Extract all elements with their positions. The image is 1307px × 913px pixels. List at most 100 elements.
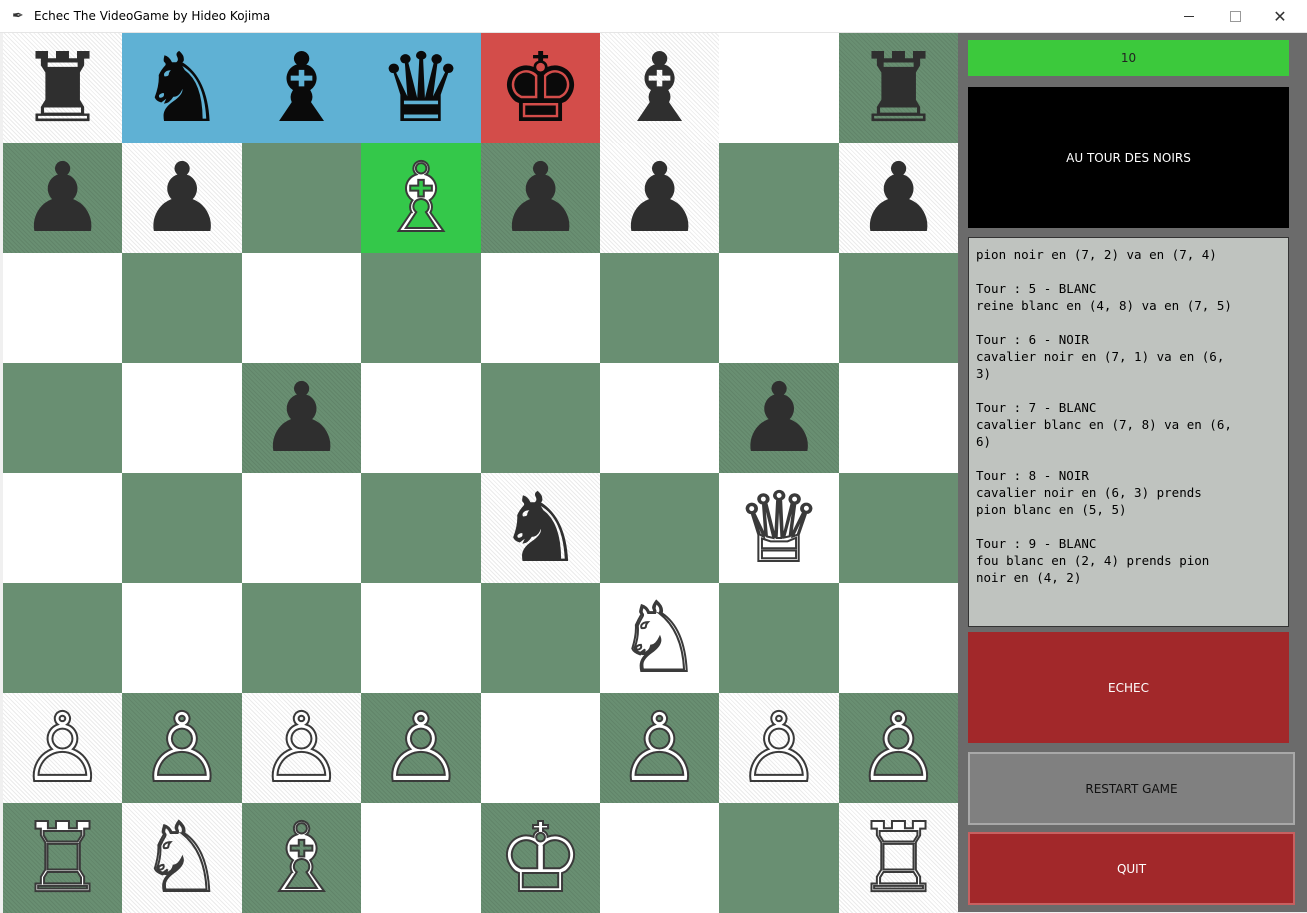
board-square-r3c4[interactable] bbox=[361, 253, 481, 363]
board-square-r5c5[interactable]: ♞ bbox=[481, 473, 600, 583]
board-square-r7c4[interactable]: ♙ bbox=[361, 693, 481, 803]
black-rook-icon[interactable]: ♜ bbox=[855, 40, 941, 136]
board-square-r7c1[interactable]: ♙ bbox=[3, 693, 122, 803]
white-pawn-icon[interactable]: ♙ bbox=[735, 699, 823, 797]
board-square-r8c1[interactable]: ♖ bbox=[3, 803, 122, 913]
board-square-r5c7[interactable]: ♕ bbox=[719, 473, 839, 583]
board-square-r8c3[interactable]: ♗ bbox=[242, 803, 361, 913]
black-pawn-icon[interactable]: ♟ bbox=[258, 370, 344, 466]
board-square-r6c4[interactable] bbox=[361, 583, 481, 693]
board-square-r4c1[interactable] bbox=[3, 363, 122, 473]
board-square-r4c5[interactable] bbox=[481, 363, 600, 473]
board-square-r1c3[interactable]: ♝ bbox=[242, 33, 361, 143]
board-square-r3c2[interactable] bbox=[122, 253, 242, 363]
board-square-r4c8[interactable] bbox=[839, 363, 958, 473]
board-square-r6c1[interactable] bbox=[3, 583, 122, 693]
board-square-r1c7[interactable] bbox=[719, 33, 839, 143]
board-square-r8c6[interactable] bbox=[600, 803, 719, 913]
white-knight-icon[interactable]: ♘ bbox=[615, 589, 703, 687]
board-square-r4c6[interactable] bbox=[600, 363, 719, 473]
black-knight-icon[interactable]: ♞ bbox=[139, 40, 225, 136]
quit-button[interactable]: QUIT bbox=[968, 832, 1295, 905]
board-square-r2c1[interactable]: ♟ bbox=[3, 143, 122, 253]
close-button[interactable]: ✕ bbox=[1257, 0, 1303, 32]
board-square-r8c2[interactable]: ♘ bbox=[122, 803, 242, 913]
white-pawn-icon[interactable]: ♙ bbox=[18, 699, 106, 797]
board-square-r1c4[interactable]: ♛ bbox=[361, 33, 481, 143]
black-pawn-icon[interactable]: ♟ bbox=[139, 150, 225, 246]
board-square-r4c3[interactable]: ♟ bbox=[242, 363, 361, 473]
board-square-r6c5[interactable] bbox=[481, 583, 600, 693]
board-square-r1c8[interactable]: ♜ bbox=[839, 33, 958, 143]
board-square-r2c3[interactable] bbox=[242, 143, 361, 253]
black-pawn-icon[interactable]: ♟ bbox=[497, 150, 583, 246]
black-pawn-icon[interactable]: ♟ bbox=[19, 150, 105, 246]
board-square-r8c4[interactable] bbox=[361, 803, 481, 913]
maximize-button[interactable] bbox=[1212, 0, 1258, 32]
board-square-r3c6[interactable] bbox=[600, 253, 719, 363]
board-square-r5c3[interactable] bbox=[242, 473, 361, 583]
board-square-r8c5[interactable]: ♔ bbox=[481, 803, 600, 913]
white-bishop-icon[interactable]: ♗ bbox=[257, 809, 345, 907]
board-square-r6c2[interactable] bbox=[122, 583, 242, 693]
board-square-r2c8[interactable]: ♟ bbox=[839, 143, 958, 253]
board-square-r6c3[interactable] bbox=[242, 583, 361, 693]
board-square-r2c2[interactable]: ♟ bbox=[122, 143, 242, 253]
white-pawn-icon[interactable]: ♙ bbox=[377, 699, 465, 797]
white-pawn-icon[interactable]: ♙ bbox=[138, 699, 226, 797]
board-square-r6c8[interactable] bbox=[839, 583, 958, 693]
board-square-r7c2[interactable]: ♙ bbox=[122, 693, 242, 803]
black-queen-icon[interactable]: ♛ bbox=[378, 40, 464, 136]
white-pawn-icon[interactable]: ♙ bbox=[854, 699, 942, 797]
white-pawn-icon[interactable]: ♙ bbox=[615, 699, 703, 797]
white-pawn-icon[interactable]: ♙ bbox=[257, 699, 345, 797]
board-square-r5c4[interactable] bbox=[361, 473, 481, 583]
board-square-r4c7[interactable]: ♟ bbox=[719, 363, 839, 473]
board-square-r3c3[interactable] bbox=[242, 253, 361, 363]
white-knight-icon[interactable]: ♘ bbox=[138, 809, 226, 907]
white-rook-icon[interactable]: ♖ bbox=[18, 809, 106, 907]
board-square-r5c8[interactable] bbox=[839, 473, 958, 583]
black-pawn-icon[interactable]: ♟ bbox=[616, 150, 702, 246]
board-square-r4c2[interactable] bbox=[122, 363, 242, 473]
echec-button[interactable]: ECHEC bbox=[968, 632, 1289, 743]
board-square-r1c2[interactable]: ♞ bbox=[122, 33, 242, 143]
board-square-r7c3[interactable]: ♙ bbox=[242, 693, 361, 803]
black-bishop-icon[interactable]: ♝ bbox=[258, 40, 344, 136]
board-square-r2c4[interactable]: ♗ bbox=[361, 143, 481, 253]
restart-game-button[interactable]: RESTART GAME bbox=[968, 752, 1295, 825]
white-bishop-icon[interactable]: ♗ bbox=[377, 149, 465, 247]
move-log[interactable]: pion noir en (7, 2) va en (7, 4) Tour : … bbox=[968, 237, 1289, 627]
board-square-r7c8[interactable]: ♙ bbox=[839, 693, 958, 803]
board-square-r3c8[interactable] bbox=[839, 253, 958, 363]
board-square-r3c7[interactable] bbox=[719, 253, 839, 363]
board-square-r7c7[interactable]: ♙ bbox=[719, 693, 839, 803]
white-king-icon[interactable]: ♔ bbox=[496, 809, 584, 907]
board-square-r3c1[interactable] bbox=[3, 253, 122, 363]
black-pawn-icon[interactable]: ♟ bbox=[736, 370, 822, 466]
board-square-r2c6[interactable]: ♟ bbox=[600, 143, 719, 253]
board-square-r5c6[interactable] bbox=[600, 473, 719, 583]
board-square-r5c2[interactable] bbox=[122, 473, 242, 583]
board-square-r1c5[interactable]: ♚ bbox=[481, 33, 600, 143]
board-square-r4c4[interactable] bbox=[361, 363, 481, 473]
black-king-icon[interactable]: ♚ bbox=[497, 40, 583, 136]
board-square-r6c7[interactable] bbox=[719, 583, 839, 693]
black-bishop-icon[interactable]: ♝ bbox=[616, 40, 702, 136]
white-queen-icon[interactable]: ♕ bbox=[735, 479, 823, 577]
board-square-r1c1[interactable]: ♜ bbox=[3, 33, 122, 143]
black-knight-icon[interactable]: ♞ bbox=[497, 480, 583, 576]
board-square-r7c5[interactable] bbox=[481, 693, 600, 803]
board-square-r2c7[interactable] bbox=[719, 143, 839, 253]
board-square-r8c8[interactable]: ♖ bbox=[839, 803, 958, 913]
board-square-r6c6[interactable]: ♘ bbox=[600, 583, 719, 693]
board-square-r3c5[interactable] bbox=[481, 253, 600, 363]
board-square-r7c6[interactable]: ♙ bbox=[600, 693, 719, 803]
white-rook-icon[interactable]: ♖ bbox=[854, 809, 942, 907]
black-rook-icon[interactable]: ♜ bbox=[19, 40, 105, 136]
minimize-button[interactable] bbox=[1166, 0, 1212, 32]
board-square-r8c7[interactable] bbox=[719, 803, 839, 913]
black-pawn-icon[interactable]: ♟ bbox=[855, 150, 941, 246]
board-square-r2c5[interactable]: ♟ bbox=[481, 143, 600, 253]
board-square-r5c1[interactable] bbox=[3, 473, 122, 583]
